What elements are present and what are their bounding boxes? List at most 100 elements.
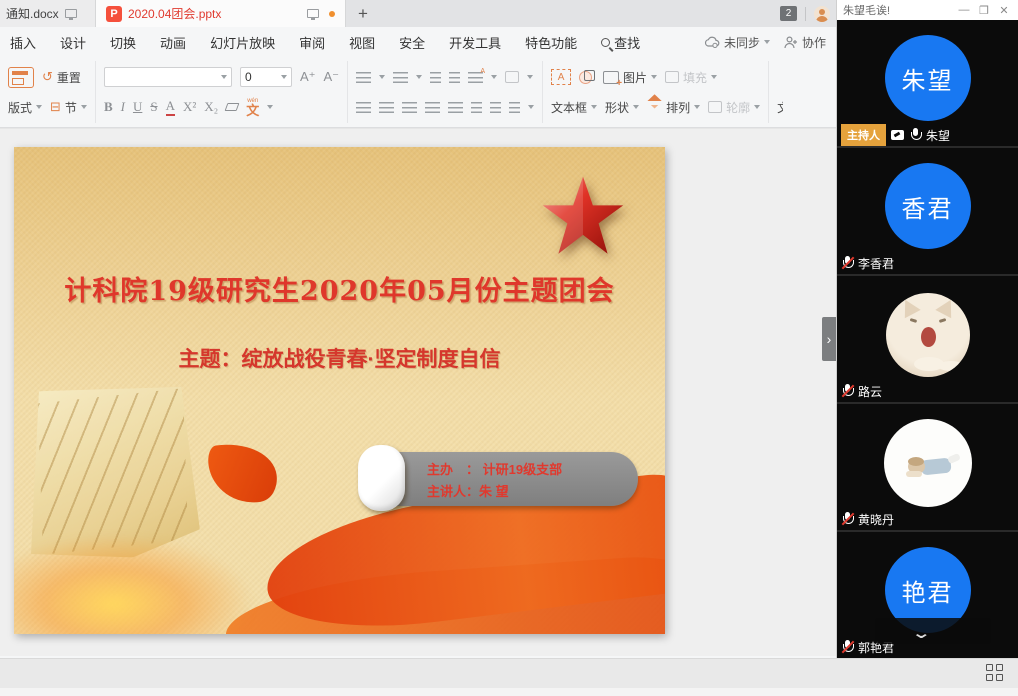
meeting-titlebar[interactable]: 朱望毛诶! — ❐ ✕ xyxy=(837,0,1018,20)
glow-graphic xyxy=(14,534,254,634)
chevron-down-icon xyxy=(221,75,227,82)
section-icon: ⊟ xyxy=(50,99,61,115)
decrease-indent-icon[interactable] xyxy=(430,72,441,83)
ribbon-toolbar: ↺重置 版式 ⊟节 0 A⁺ A⁻ B I U S xyxy=(0,57,836,128)
participant-tile-host[interactable]: 朱望 主持人 朱望 xyxy=(837,20,1018,146)
wps-presentation-icon: P xyxy=(106,6,122,22)
font-name-combobox[interactable] xyxy=(104,67,232,87)
clear-format-icon[interactable] xyxy=(225,103,240,111)
chevron-down-icon xyxy=(633,105,639,112)
align-right-icon[interactable] xyxy=(402,102,417,113)
find-button[interactable]: 查找 xyxy=(601,33,640,52)
menu-view[interactable]: 视图 xyxy=(349,33,375,52)
participant-tile[interactable]: 艳君 郭艳君 ⌄ xyxy=(837,532,1018,658)
chevron-down-icon xyxy=(81,105,87,112)
superscript-button[interactable]: X² xyxy=(183,99,196,115)
menu-security[interactable]: 安全 xyxy=(399,33,425,52)
slide-title[interactable]: 计科院19级研究生2020年05月份主题团会 xyxy=(14,269,665,308)
user-count-badge[interactable]: 2 xyxy=(780,6,797,21)
distribute-icon[interactable] xyxy=(448,102,463,113)
organizer-info-pill[interactable]: 主办 ： 计研19级支部 主讲人：朱 望 xyxy=(365,452,638,506)
tabbar-right: 2 xyxy=(780,0,830,27)
panel-expand-handle[interactable]: › xyxy=(822,317,836,361)
fill-button[interactable]: 填充 xyxy=(665,69,717,86)
section-button[interactable]: ⊟节 xyxy=(50,99,87,116)
chevron-down-icon xyxy=(491,75,497,82)
menu-design[interactable]: 设计 xyxy=(60,33,86,52)
font-size-combobox[interactable]: 0 xyxy=(240,67,292,87)
chevron-down-icon xyxy=(36,105,42,112)
collaborate-button[interactable]: 协作 xyxy=(784,34,826,51)
arrange-button[interactable]: 排列 xyxy=(647,99,700,116)
align-center-icon[interactable] xyxy=(379,102,394,113)
participant-tile[interactable]: 黄晓丹 xyxy=(837,404,1018,530)
mic-muted-icon xyxy=(841,640,853,654)
reset-button[interactable]: ↺重置 xyxy=(42,69,81,86)
layout-button[interactable]: 版式 xyxy=(8,99,42,116)
fill-icon xyxy=(665,71,679,83)
slide-layout-icon[interactable] xyxy=(8,67,34,88)
menu-review[interactable]: 审阅 xyxy=(299,33,325,52)
slide-editing-area[interactable]: 计科院19级研究生2020年05月份主题团会 主题：绽放战役青春·坚定制度自信 … xyxy=(0,128,836,656)
shapes-button[interactable]: 形状 xyxy=(605,99,639,116)
line-spacing-up-icon[interactable] xyxy=(471,102,482,113)
text-tool-cutoff[interactable]: 文 xyxy=(777,99,783,116)
arrange-icon xyxy=(647,94,662,123)
picture-button[interactable]: 图片 xyxy=(603,69,657,86)
participant-name: 黄晓丹 xyxy=(858,511,894,528)
new-tab-button[interactable]: + xyxy=(346,0,380,27)
tab-doc[interactable]: 通知.docx xyxy=(0,0,96,27)
account-avatar-icon[interactable] xyxy=(814,6,830,22)
tab-doc-label: 通知.docx xyxy=(6,5,59,22)
sync-status-button[interactable]: 未同步 xyxy=(704,34,770,51)
line-spacing-icon[interactable] xyxy=(509,102,520,113)
participant-namebar: 李香君 xyxy=(837,252,1018,274)
mic-muted-icon xyxy=(841,512,853,526)
slide-canvas[interactable]: 计科院19级研究生2020年05月份主题团会 主题：绽放战役青春·坚定制度自信 … xyxy=(14,147,665,634)
underline-button[interactable]: U xyxy=(133,99,142,115)
subscript-button[interactable]: X₂ xyxy=(204,99,218,115)
host-badge: 主持人 xyxy=(841,124,886,146)
align-left-icon[interactable] xyxy=(356,102,371,113)
slide-subtitle[interactable]: 主题：绽放战役青春·坚定制度自信 xyxy=(14,343,665,373)
bold-button[interactable]: B xyxy=(104,99,113,115)
shrink-font-button[interactable]: A⁻ xyxy=(323,69,339,85)
line-spacing-down-icon[interactable] xyxy=(490,102,501,113)
maximize-button[interactable]: ❐ xyxy=(976,4,992,17)
textbox-button[interactable]: 文本框 xyxy=(551,99,597,116)
minimize-button[interactable]: — xyxy=(956,4,972,16)
close-button[interactable]: ✕ xyxy=(996,4,1012,17)
chevron-down-icon xyxy=(754,105,760,112)
justify-icon[interactable] xyxy=(425,102,440,113)
text-frame-style-icon[interactable] xyxy=(505,71,519,83)
meeting-window-title: 朱望毛诶! xyxy=(843,2,952,18)
layout-grid-icon[interactable] xyxy=(986,664,1004,682)
strikethrough-button[interactable]: S xyxy=(150,99,157,115)
participant-name: 路云 xyxy=(858,383,882,400)
font-color-button[interactable]: A xyxy=(166,98,175,116)
menu-insert[interactable]: 插入 xyxy=(10,33,36,52)
menu-devtools[interactable]: 开发工具 xyxy=(449,33,501,52)
pinyin-tool-button[interactable]: wén文 xyxy=(246,98,259,117)
numbered-list-icon[interactable] xyxy=(393,72,408,83)
bullet-list-icon[interactable] xyxy=(356,72,371,83)
red-ribbon-graphic xyxy=(222,552,665,634)
menu-transition[interactable]: 切换 xyxy=(110,33,136,52)
participant-tile[interactable]: 香君 李香君 xyxy=(837,148,1018,274)
menu-slideshow[interactable]: 幻灯片放映 xyxy=(210,33,275,52)
avatar: 香君 xyxy=(885,163,971,249)
outline-button[interactable]: 轮廓 xyxy=(708,99,760,116)
participant-tile[interactable]: 路云 xyxy=(837,276,1018,402)
chevron-down-icon xyxy=(379,75,385,82)
tab-presentation-active[interactable]: P 2020.04团会.pptx xyxy=(96,0,346,27)
italic-button[interactable]: I xyxy=(121,99,125,115)
text-direction-icon[interactable] xyxy=(468,72,483,83)
screen-share-icon xyxy=(891,130,904,140)
menu-animation[interactable]: 动画 xyxy=(160,33,186,52)
grow-font-button[interactable]: A⁺ xyxy=(300,69,316,85)
collapse-panel-button[interactable]: ⌄ xyxy=(911,624,931,642)
increase-indent-icon[interactable] xyxy=(449,72,460,83)
paragraph-group xyxy=(348,61,543,123)
divider xyxy=(805,7,806,21)
menu-features[interactable]: 特色功能 xyxy=(525,33,577,52)
